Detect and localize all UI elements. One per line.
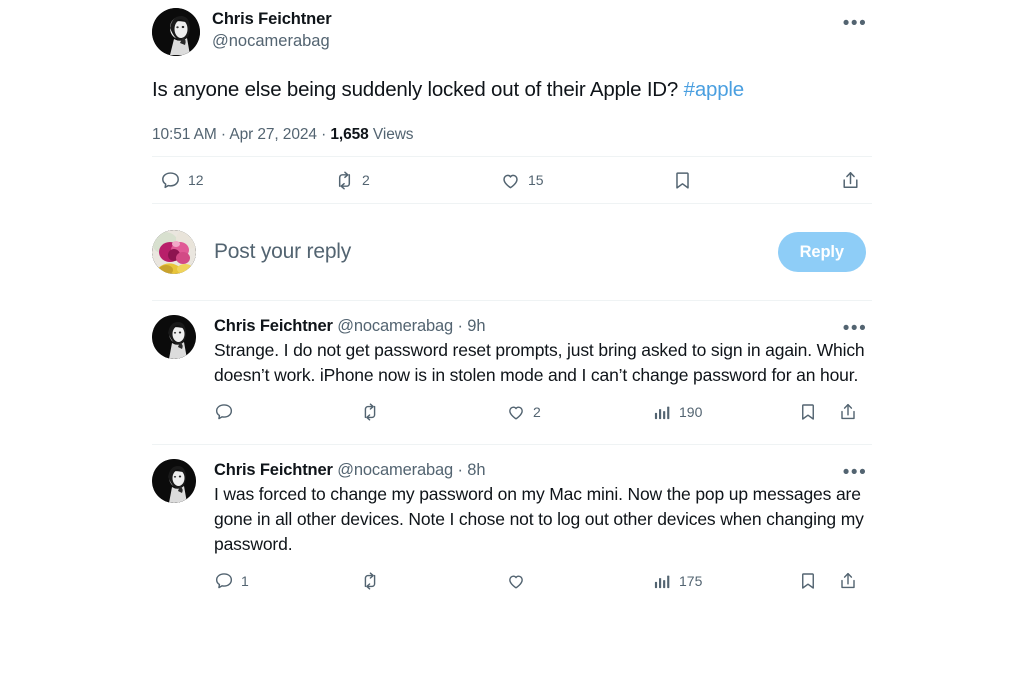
bookmark-icon [798,571,818,591]
views-label: Views [372,126,414,143]
reply-count: 1 [241,573,249,589]
share-icon [840,170,861,191]
reply-author-name[interactable]: Chris Feichtner [214,317,333,335]
retweet-icon [334,170,355,191]
bookmark-button[interactable] [798,402,825,422]
reply-icon [214,402,234,422]
retweet-button[interactable]: 2 [334,170,370,191]
meta-separator-2: · [316,126,331,143]
like-count: 15 [528,172,544,188]
heart-icon [500,170,521,191]
reply-item: Chris Feichtner @nocamerabag · 8h I was … [152,445,872,613]
author-handle[interactable]: @nocamerabag [212,30,332,52]
views-bar-chart-icon [652,402,672,422]
avatar[interactable] [152,459,196,503]
reply-timestamp[interactable]: 8h [467,461,485,479]
more-options-icon[interactable]: ••• [838,455,872,489]
tweet-time: 10:51 AM [152,126,217,143]
reply-button[interactable] [214,402,241,422]
bookmark-icon [672,170,693,191]
author-display-name[interactable]: Chris Feichtner [212,9,332,30]
bookmark-icon [798,402,818,422]
reply-count: 12 [188,172,204,188]
reply-content: Chris Feichtner @nocamerabag · 9h Strang… [214,315,872,436]
meta-separator-1: · [216,126,230,143]
reply-button[interactable]: 12 [160,170,204,191]
reply-time-separator: · [453,461,468,479]
reply-timestamp[interactable]: 9h [467,317,485,335]
views-button[interactable]: 190 [652,402,702,422]
tweet-text-body: Is anyone else being suddenly locked out… [152,78,684,101]
more-dots-glyph: ••• [842,12,868,34]
avatar[interactable] [152,230,196,274]
reply-button[interactable]: 1 [214,571,249,591]
reply-header: Chris Feichtner @nocamerabag · 8h [214,459,872,481]
like-button[interactable] [506,571,533,591]
reply-content: Chris Feichtner @nocamerabag · 8h I was … [214,459,872,605]
reply-author-handle[interactable]: @nocamerabag [337,317,453,335]
bookmark-button[interactable] [672,170,700,191]
reply-icon [214,571,234,591]
views-bar-chart-icon [652,571,672,591]
main-tweet-metadata: 10:51 AM · Apr 27, 2024 · 1,658 Views [152,126,872,144]
more-dots-glyph: ••• [842,317,868,339]
tweet-date: Apr 27, 2024 [229,126,317,143]
main-tweet-header: Chris Feichtner @nocamerabag ••• [152,8,872,56]
reply-submit-button[interactable]: Reply [777,232,866,272]
retweet-icon [360,571,380,591]
share-button[interactable] [838,571,865,591]
reply-icon [160,170,181,191]
heart-icon [506,571,526,591]
views-count: 1,658 [330,126,369,143]
more-options-icon[interactable]: ••• [838,311,872,345]
reply-action-bar: 2 190 [214,396,872,436]
like-button[interactable]: 15 [500,170,544,191]
reply-text: Strange. I do not get password reset pro… [214,340,865,385]
share-button[interactable] [838,402,865,422]
share-icon [838,571,858,591]
like-button[interactable]: 2 [506,402,541,422]
views-button[interactable]: 175 [652,571,702,591]
reply-action-bar: 1 175 [214,565,872,605]
reply-composer[interactable]: Post your reply Reply [152,204,872,300]
retweet-button[interactable] [360,571,387,591]
reply-header: Chris Feichtner @nocamerabag · 9h [214,315,872,337]
hashtag-link[interactable]: #apple [684,78,745,101]
heart-icon [506,402,526,422]
reply-author-name[interactable]: Chris Feichtner [214,461,333,479]
reply-text: I was forced to change my password on my… [214,484,864,554]
views-count: 190 [679,404,703,420]
more-options-icon[interactable]: ••• [838,6,872,40]
retweet-icon [360,402,380,422]
reply-time-separator: · [453,317,468,335]
reply-input-placeholder[interactable]: Post your reply [214,240,351,264]
avatar[interactable] [152,8,200,56]
bookmark-button[interactable] [798,571,825,591]
main-tweet-action-bar: 12 2 15 [152,156,872,204]
views-count: 175 [679,573,703,589]
retweet-count: 2 [362,172,370,188]
reply-row: Chris Feichtner @nocamerabag · 8h I was … [152,459,872,605]
main-tweet-author-block: Chris Feichtner @nocamerabag [212,8,332,52]
reply-author-handle[interactable]: @nocamerabag [337,461,453,479]
share-icon [838,402,858,422]
reply-item: Chris Feichtner @nocamerabag · 9h Strang… [152,301,872,444]
more-dots-glyph: ••• [842,461,868,483]
reply-row: Chris Feichtner @nocamerabag · 9h Strang… [152,315,872,436]
main-tweet: Chris Feichtner @nocamerabag ••• Is anyo… [152,0,872,204]
avatar[interactable] [152,315,196,359]
share-button[interactable] [840,170,868,191]
thread-column: Chris Feichtner @nocamerabag ••• Is anyo… [152,0,872,613]
twitter-thread-page: Chris Feichtner @nocamerabag ••• Is anyo… [0,0,1014,674]
like-count: 2 [533,404,541,420]
retweet-button[interactable] [360,402,387,422]
main-tweet-text: Is anyone else being suddenly locked out… [152,76,872,103]
